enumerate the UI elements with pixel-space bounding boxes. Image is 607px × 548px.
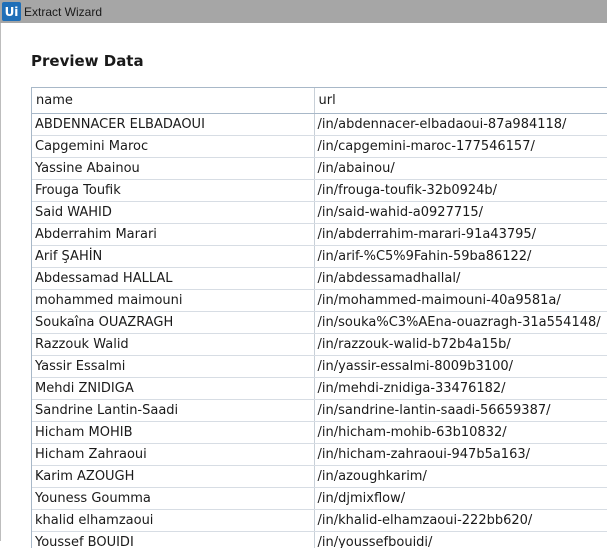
table-row[interactable]: Frouga Toufik/in/frouga-toufik-32b0924b/ [32,180,607,202]
cell-name[interactable]: Hicham Zahraoui [32,444,314,466]
header-row: name url [32,88,607,114]
table-row[interactable]: Arif ŞAHİN/in/arif-%C5%9Fahin-59ba86122/ [32,246,607,268]
table-row[interactable]: Youness Goumma/in/djmixflow/ [32,488,607,510]
cell-url[interactable]: /in/capgemini-maroc-177546157/ [314,136,607,158]
cell-name[interactable]: Karim AZOUGH [32,466,314,488]
title-bar[interactable]: Ui Extract Wizard [0,0,607,23]
cell-url[interactable]: /in/said-wahid-a0927715/ [314,202,607,224]
cell-name[interactable]: Yassir Essalmi [32,356,314,378]
uipath-icon: Ui [2,2,21,21]
column-header-url[interactable]: url [314,88,607,114]
cell-name[interactable]: Yassine Abainou [32,158,314,180]
table-row[interactable]: Hicham MOHIB/in/hicham-mohib-63b10832/ [32,422,607,444]
cell-url[interactable]: /in/sandrine-lantin-saadi-56659387/ [314,400,607,422]
cell-url[interactable]: /in/mehdi-znidiga-33476182/ [314,378,607,400]
table-row[interactable]: Sandrine Lantin-Saadi/in/sandrine-lantin… [32,400,607,422]
cell-name[interactable]: Razzouk Walid [32,334,314,356]
cell-url[interactable]: /in/arif-%C5%9Fahin-59ba86122/ [314,246,607,268]
cell-name[interactable]: Youssef BOUIDI [32,532,314,548]
table-row[interactable]: khalid elhamzaoui/in/khalid-elhamzaoui-2… [32,510,607,532]
cell-name[interactable]: mohammed maimouni [32,290,314,312]
table-row[interactable]: Abdessamad HALLAL/in/abdessamadhallal/ [32,268,607,290]
table-body: ABDENNACER ELBADAOUI/in/abdennacer-elbad… [32,114,607,548]
preview-data-grid[interactable]: name url ABDENNACER ELBADAOUI/in/abdenna… [31,87,607,548]
table-row[interactable]: Razzouk Walid/in/razzouk-walid-b72b4a15b… [32,334,607,356]
cell-url[interactable]: /in/souka%C3%AEna-ouazragh-31a554148/ [314,312,607,334]
cell-name[interactable]: Hicham MOHIB [32,422,314,444]
cell-name[interactable]: Soukaîna OUAZRAGH [32,312,314,334]
page-title: Preview Data [31,52,144,70]
preview-table: name url ABDENNACER ELBADAOUI/in/abdenna… [32,88,607,548]
table-row[interactable]: Abderrahim Marari/in/abderrahim-marari-9… [32,224,607,246]
window-title: Extract Wizard [24,5,102,19]
cell-url[interactable]: /in/abderrahim-marari-91a43795/ [314,224,607,246]
cell-name[interactable]: Said WAHID [32,202,314,224]
cell-name[interactable]: Capgemini Maroc [32,136,314,158]
table-row[interactable]: Capgemini Maroc/in/capgemini-maroc-17754… [32,136,607,158]
cell-url[interactable]: /in/yassir-essalmi-8009b3100/ [314,356,607,378]
cell-name[interactable]: Abdessamad HALLAL [32,268,314,290]
cell-name[interactable]: Frouga Toufik [32,180,314,202]
cell-name[interactable]: ABDENNACER ELBADAOUI [32,114,314,136]
cell-url[interactable]: /in/abdessamadhallal/ [314,268,607,290]
cell-name[interactable]: Abderrahim Marari [32,224,314,246]
table-row[interactable]: Mehdi ZNIDIGA/in/mehdi-znidiga-33476182/ [32,378,607,400]
table-row[interactable]: Said WAHID/in/said-wahid-a0927715/ [32,202,607,224]
table-row[interactable]: ABDENNACER ELBADAOUI/in/abdennacer-elbad… [32,114,607,136]
cell-name[interactable]: Youness Goumma [32,488,314,510]
cell-url[interactable]: /in/hicham-zahraoui-947b5a163/ [314,444,607,466]
cell-url[interactable]: /in/razzouk-walid-b72b4a15b/ [314,334,607,356]
table-row[interactable]: mohammed maimouni/in/mohammed-maimouni-4… [32,290,607,312]
cell-name[interactable]: Arif ŞAHİN [32,246,314,268]
cell-url[interactable]: /in/abdennacer-elbadaoui-87a984118/ [314,114,607,136]
cell-name[interactable]: Sandrine Lantin-Saadi [32,400,314,422]
cell-url[interactable]: /in/khalid-elhamzaoui-222bb620/ [314,510,607,532]
cell-url[interactable]: /in/mohammed-maimouni-40a9581a/ [314,290,607,312]
table-row[interactable]: Karim AZOUGH/in/azoughkarim/ [32,466,607,488]
cell-name[interactable]: Mehdi ZNIDIGA [32,378,314,400]
cell-url[interactable]: /in/abainou/ [314,158,607,180]
window-border [0,23,1,541]
table-row[interactable]: Youssef BOUIDI/in/youssefbouidi/ [32,532,607,548]
column-header-name[interactable]: name [32,88,314,114]
cell-url[interactable]: /in/frouga-toufik-32b0924b/ [314,180,607,202]
table-row[interactable]: Hicham Zahraoui/in/hicham-zahraoui-947b5… [32,444,607,466]
cell-name[interactable]: khalid elhamzaoui [32,510,314,532]
cell-url[interactable]: /in/azoughkarim/ [314,466,607,488]
table-row[interactable]: Soukaîna OUAZRAGH/in/souka%C3%AEna-ouazr… [32,312,607,334]
table-row[interactable]: Yassir Essalmi/in/yassir-essalmi-8009b31… [32,356,607,378]
cell-url[interactable]: /in/youssefbouidi/ [314,532,607,548]
cell-url[interactable]: /in/djmixflow/ [314,488,607,510]
table-row[interactable]: Yassine Abainou/in/abainou/ [32,158,607,180]
cell-url[interactable]: /in/hicham-mohib-63b10832/ [314,422,607,444]
